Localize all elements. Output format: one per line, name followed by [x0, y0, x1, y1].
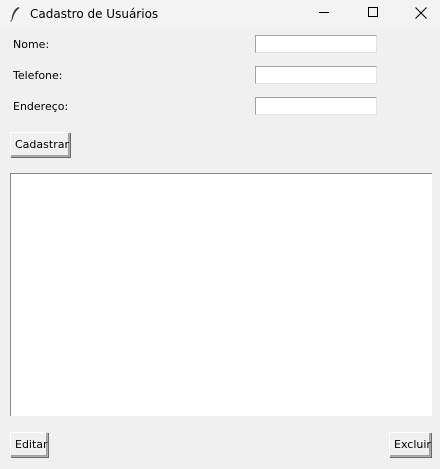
nome-label: Nome:	[13, 38, 50, 51]
users-listbox[interactable]	[10, 173, 432, 416]
app-window: Cadastro de Usuários Nome: Telefone: End…	[0, 0, 440, 469]
maximize-button[interactable]	[350, 0, 396, 28]
title-bar[interactable]: Cadastro de Usuários	[0, 0, 440, 28]
cadastrar-button[interactable]: Cadastrar	[10, 132, 70, 157]
nome-input[interactable]	[255, 35, 377, 53]
close-icon	[415, 6, 427, 22]
minimize-icon	[318, 7, 330, 21]
maximize-icon	[367, 7, 379, 21]
endereco-label: Endereço:	[13, 100, 69, 113]
telefone-label: Telefone:	[13, 69, 63, 82]
close-button[interactable]	[398, 0, 440, 28]
telefone-input[interactable]	[255, 66, 377, 84]
minimize-button[interactable]	[301, 0, 347, 28]
editar-button[interactable]: Editar	[10, 432, 48, 457]
endereco-input[interactable]	[255, 97, 377, 115]
feather-icon	[9, 6, 21, 22]
window-title: Cadastro de Usuários	[30, 7, 159, 21]
excluir-button[interactable]: Excluir	[389, 432, 431, 457]
